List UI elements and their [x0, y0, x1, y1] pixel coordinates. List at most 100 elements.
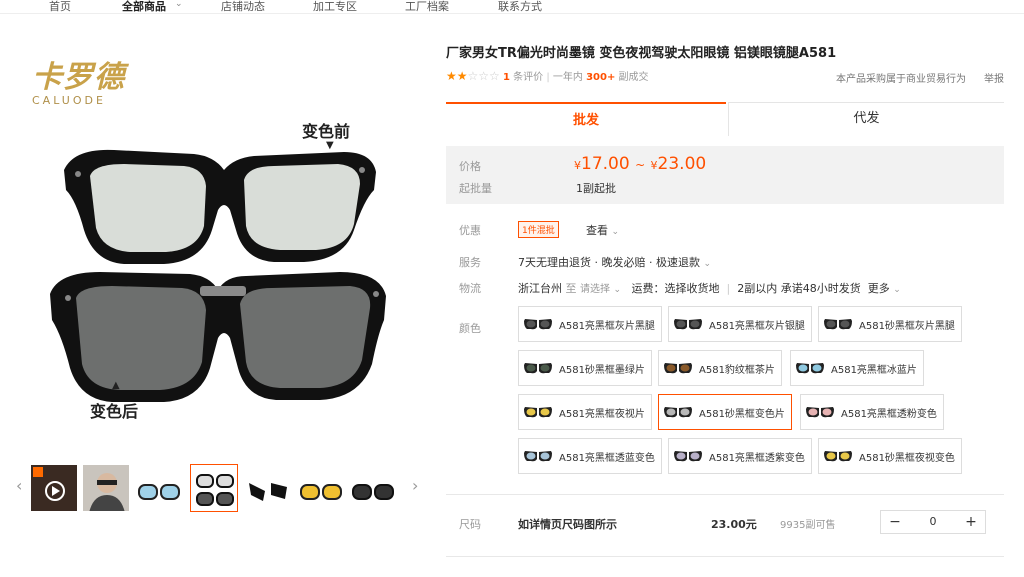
- divider-bottom: [446, 556, 1004, 557]
- color-option-label: A581亮黑框灰片银腿: [709, 320, 805, 332]
- stock-count: 9935副可售: [780, 520, 836, 531]
- thumbnail-dark-lens[interactable]: [348, 464, 396, 512]
- tab-wholesale[interactable]: 批发: [446, 102, 726, 136]
- color-option-label: A581亮黑框灰片黑腿: [559, 320, 655, 332]
- color-option-label: A581亮黑框透蓝变色: [559, 452, 655, 464]
- nav-shop-news[interactable]: 店铺动态: [221, 0, 265, 14]
- chevron-down-icon: ⌄: [893, 285, 901, 295]
- color-option[interactable]: A581亮黑框透蓝变色: [518, 438, 662, 474]
- brand-logo: 卡罗德 CALUODE: [32, 52, 125, 107]
- review-label[interactable]: 条评价: [513, 72, 543, 83]
- price-range: ¥17.00 ~ ¥23.00: [574, 154, 707, 174]
- nav-all-products[interactable]: 全部商品: [122, 0, 166, 14]
- color-option[interactable]: A581亮黑框灰片银腿: [668, 306, 812, 342]
- price-label: 价格: [459, 160, 481, 173]
- price-min: 17.00: [581, 154, 630, 174]
- nav-factory[interactable]: 工厂档案: [405, 0, 449, 14]
- product-title: 厂家男女TR偏光时尚墨镜 变色夜视驾驶太阳眼镜 铝镁眼镜腿A581: [446, 46, 837, 61]
- color-option[interactable]: A581豹纹框茶片: [658, 350, 782, 386]
- thumbnail-black-frame[interactable]: [244, 464, 292, 512]
- glasses-icon: [524, 363, 552, 374]
- nav-contact[interactable]: 联系方式: [498, 0, 542, 14]
- chevron-right-icon[interactable]: ›: [412, 476, 418, 495]
- color-option[interactable]: A581亮黑框灰片黑腿: [518, 306, 662, 342]
- logistics-label: 物流: [459, 282, 481, 295]
- chevron-down-icon: ⌄: [613, 285, 622, 295]
- color-option[interactable]: A581砂黑框灰片黑腿: [818, 306, 962, 342]
- caption-after: 变色后: [90, 402, 139, 421]
- color-option-label: A581砂黑框变色片: [699, 408, 785, 420]
- glasses-icon: [674, 319, 702, 330]
- moq-label: 起批量: [459, 182, 492, 195]
- arrow-up-icon: ▲: [112, 380, 120, 391]
- destination-select[interactable]: 请选择: [580, 284, 610, 295]
- logistics-detail: 浙江台州 至 请选择 ⌄ 运费：选择收货地 | 2副以内 承诺48小时发货 更多…: [518, 282, 901, 295]
- glasses-icon: [806, 407, 834, 418]
- chevron-left-icon[interactable]: ‹: [16, 476, 22, 495]
- tab-dropship[interactable]: 代发: [728, 102, 1004, 136]
- glasses-after-image: [50, 272, 386, 402]
- thumbnail-strip: ‹ ›: [14, 462, 426, 514]
- color-option[interactable]: A581砂黑框墨绿片: [518, 350, 652, 386]
- quantity-input[interactable]: 0: [909, 511, 957, 533]
- star-rating: ★★☆☆☆: [446, 69, 500, 83]
- origin: 浙江台州: [518, 282, 562, 295]
- chevron-down-icon[interactable]: ⌄: [175, 0, 183, 9]
- glasses-icon: [664, 407, 692, 418]
- color-option[interactable]: A581亮黑框冰蓝片: [790, 350, 924, 386]
- thumbnail-yellow-lens[interactable]: [296, 464, 344, 512]
- more-link[interactable]: 更多: [868, 282, 890, 295]
- increase-button[interactable]: +: [957, 511, 985, 533]
- color-option[interactable]: A581亮黑框透紫变色: [668, 438, 812, 474]
- quantity-stepper: − 0 +: [880, 510, 986, 534]
- service-text[interactable]: 7天无理由退货 · 晚发必赔 · 极速退款 ⌄: [518, 254, 711, 270]
- chevron-down-icon: ⌄: [611, 227, 620, 237]
- promo-label: 优惠: [459, 224, 481, 237]
- report-link[interactable]: 举报: [984, 70, 1004, 85]
- rating-line: ★★☆☆☆ 1 条评价 | 一年内 300+ 副成交: [446, 69, 649, 83]
- glasses-icon: [524, 451, 552, 462]
- glasses-icon: [674, 451, 702, 462]
- nav-home[interactable]: 首页: [49, 0, 71, 14]
- color-option[interactable]: A581亮黑框夜视片: [518, 394, 652, 430]
- freight: 运费：选择收货地: [631, 282, 720, 295]
- glasses-icon: [824, 319, 852, 330]
- sales-suffix: 副成交: [618, 72, 649, 83]
- promo-view-link[interactable]: 查看 ⌄: [586, 222, 619, 238]
- service-label: 服务: [459, 256, 481, 269]
- purchase-tabs: 批发 代发: [446, 102, 1004, 136]
- color-option-label: A581亮黑框透紫变色: [709, 452, 805, 464]
- color-option-label: A581砂黑框灰片黑腿: [859, 320, 955, 332]
- color-option-label: A581亮黑框透粉变色: [841, 408, 937, 420]
- color-option-label: A581亮黑框冰蓝片: [831, 364, 917, 376]
- review-count[interactable]: 1: [503, 72, 510, 83]
- top-nav: 首页 全部商品 ⌄ 店铺动态 加工专区 工厂档案 联系方式: [0, 0, 1024, 14]
- sales-prefix: 一年内: [552, 72, 583, 83]
- thumbnail-blue-lens[interactable]: [134, 464, 182, 512]
- size-label: 尺码: [459, 518, 481, 531]
- thumbnail-before-after[interactable]: [190, 464, 238, 512]
- divider: [446, 494, 1004, 495]
- glasses-icon: [524, 407, 552, 418]
- glasses-icon: [796, 363, 824, 374]
- size-value: 如详情页尺码图所示: [518, 518, 617, 531]
- main-product-image[interactable]: 卡罗德 CALUODE 变色前 ▼ ▲ 变色后: [14, 38, 426, 450]
- trade-note: 本产品采购属于商业贸易行为: [836, 74, 966, 85]
- sales-count: 300+: [586, 72, 616, 83]
- decrease-button[interactable]: −: [881, 511, 909, 533]
- color-option[interactable]: A581亮黑框透粉变色: [800, 394, 944, 430]
- glasses-before-image: [64, 149, 376, 264]
- moq-value: 1副起批: [576, 182, 616, 195]
- promo-badge: 1件混批: [518, 221, 559, 238]
- color-option-label: A581砂黑框墨绿片: [559, 364, 645, 376]
- price-box: 价格 ¥17.00 ~ ¥23.00 起批量 1副起批: [446, 146, 1004, 204]
- glasses-icon: [524, 319, 552, 330]
- color-option[interactable]: A581砂黑框夜视变色: [818, 438, 962, 474]
- thumbnail-model[interactable]: [82, 464, 130, 512]
- brand-name-cn: 卡罗德: [32, 60, 125, 95]
- price-max: 23.00: [657, 154, 707, 174]
- size-row: 尺码 如详情页尺码图所示 23.00元 9935副可售 − 0 +: [446, 498, 1004, 546]
- color-option[interactable]: A581砂黑框变色片: [658, 394, 792, 430]
- thumbnail-video[interactable]: [30, 464, 78, 512]
- nav-processing[interactable]: 加工专区: [313, 0, 357, 14]
